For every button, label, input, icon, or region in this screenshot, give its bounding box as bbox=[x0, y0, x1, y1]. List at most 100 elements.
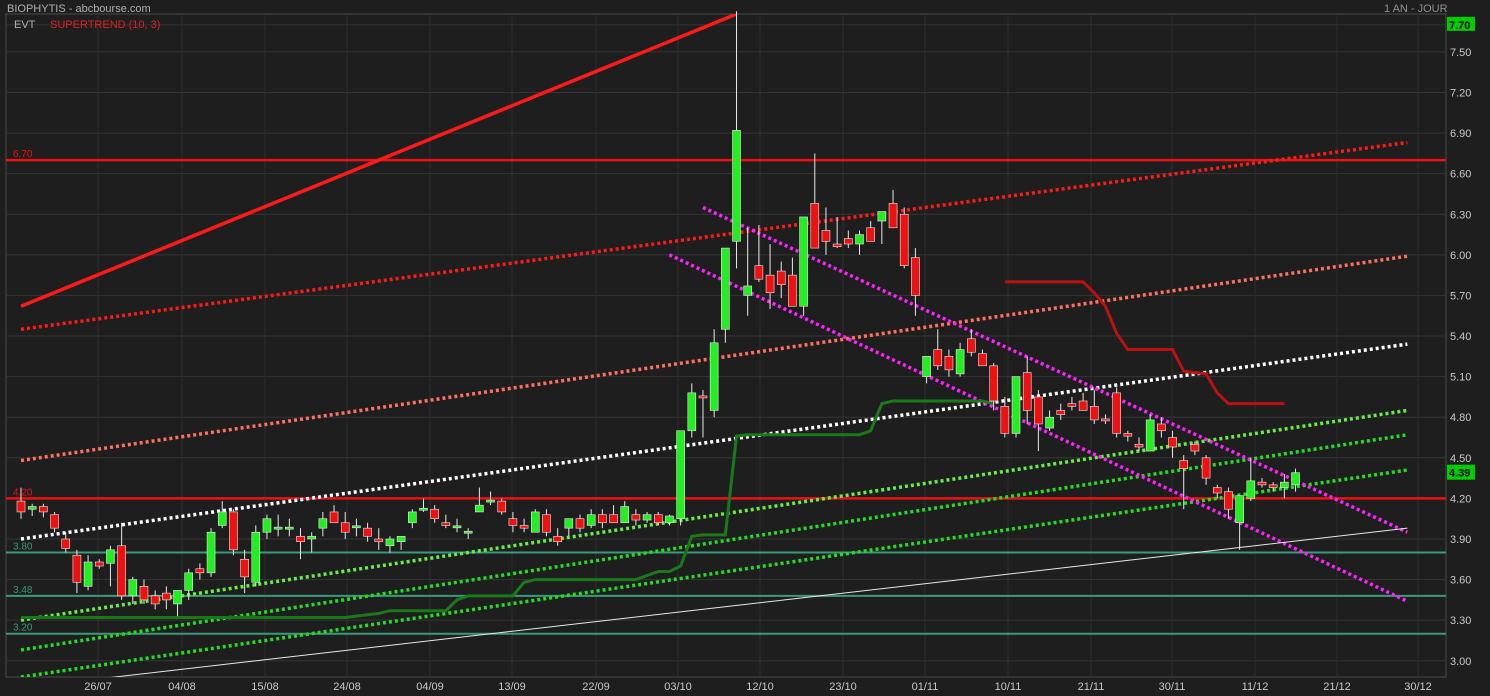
candle-body bbox=[340, 522, 350, 533]
x-tick-label: 03/10 bbox=[664, 681, 692, 693]
y-tick-label: 4.50 bbox=[1450, 453, 1471, 465]
candle-body bbox=[363, 527, 372, 537]
candle-body bbox=[765, 274, 775, 294]
candle-body bbox=[788, 274, 797, 307]
y-tick-label: 4.80 bbox=[1450, 412, 1471, 424]
x-tick-label: 24/08 bbox=[333, 681, 361, 693]
candle-body bbox=[1257, 481, 1267, 486]
level-label: 3.80 bbox=[13, 542, 33, 553]
level-label: 6.70 bbox=[13, 149, 33, 160]
candle-body bbox=[799, 216, 808, 307]
candle-body bbox=[642, 514, 652, 521]
candle-body bbox=[16, 500, 26, 513]
candle-body bbox=[966, 338, 976, 353]
candle-body bbox=[128, 579, 138, 597]
candle-body bbox=[620, 506, 630, 524]
candle-body bbox=[307, 535, 316, 540]
candle-body bbox=[1145, 419, 1155, 452]
candle-body bbox=[452, 525, 462, 529]
indicator-label: SUPERTREND (10, 3) bbox=[50, 19, 160, 31]
candle-body bbox=[1190, 443, 1200, 452]
y-tick-label: 5.10 bbox=[1450, 372, 1471, 384]
candle-body bbox=[407, 511, 417, 524]
candle-body bbox=[1034, 396, 1043, 425]
candle-body bbox=[598, 514, 607, 524]
y-tick-label: 7.50 bbox=[1450, 47, 1471, 59]
candle-body bbox=[419, 507, 428, 511]
y-tick-label: 7.70 bbox=[1449, 20, 1470, 32]
candle-body bbox=[844, 238, 853, 245]
last-price-label: 4.39 bbox=[1449, 468, 1470, 480]
candle-body bbox=[1235, 495, 1244, 524]
y-tick-label: 4.20 bbox=[1450, 493, 1471, 505]
y-tick-label: 3.30 bbox=[1450, 615, 1471, 627]
candle-body bbox=[1022, 372, 1032, 411]
candle-body bbox=[61, 538, 71, 549]
candle-body bbox=[150, 595, 160, 605]
x-tick-label: 04/09 bbox=[416, 681, 444, 693]
x-tick-label: 23/10 bbox=[829, 681, 857, 693]
y-tick-label: 3.90 bbox=[1450, 534, 1471, 546]
y-tick-label: 5.70 bbox=[1450, 290, 1471, 302]
candle-body bbox=[217, 511, 227, 526]
candle-body bbox=[888, 203, 898, 229]
candle-body bbox=[944, 356, 954, 371]
candle-body bbox=[899, 213, 909, 266]
x-tick-label: 15/08 bbox=[251, 681, 279, 693]
candle-body bbox=[1056, 410, 1066, 415]
candle-body bbox=[754, 265, 764, 280]
candle-body bbox=[1246, 480, 1256, 499]
candle-body bbox=[463, 530, 473, 534]
candle-body bbox=[978, 353, 987, 367]
candle-body bbox=[206, 531, 216, 574]
candle-body bbox=[285, 526, 294, 530]
candle-body bbox=[832, 243, 842, 248]
period-label: 1 AN - JOUR bbox=[1384, 3, 1448, 15]
candle-body bbox=[385, 538, 395, 547]
candle-body bbox=[251, 531, 261, 583]
level-label: 3.48 bbox=[13, 585, 33, 596]
x-tick-label: 10/11 bbox=[995, 681, 1022, 693]
stock-chart: 6.70 4.20 3.80 3.48 3.20 7.70 7.50 7.20 6.90 6.6… bbox=[5, 3, 1475, 693]
candle-body bbox=[855, 234, 864, 245]
y-tick-label: 6.30 bbox=[1450, 209, 1471, 221]
candle-body bbox=[877, 211, 887, 222]
candle-body bbox=[776, 270, 786, 285]
x-tick-label: 21/11 bbox=[1078, 681, 1105, 693]
candle-body bbox=[1179, 460, 1189, 469]
candle-body bbox=[184, 572, 193, 591]
y-tick-label: 7.20 bbox=[1450, 87, 1471, 99]
candle-body bbox=[709, 342, 719, 411]
candle-body bbox=[1291, 472, 1300, 486]
candle-body bbox=[1168, 437, 1177, 448]
x-tick-label: 11/12 bbox=[1242, 681, 1269, 693]
candle-body bbox=[955, 349, 965, 375]
candle-body bbox=[117, 545, 126, 597]
candle-body bbox=[1089, 406, 1099, 421]
candle-body bbox=[989, 365, 998, 402]
candle-body bbox=[933, 349, 943, 367]
candle-body bbox=[229, 511, 238, 551]
candle-body bbox=[721, 247, 730, 330]
candle-body bbox=[39, 506, 48, 513]
candle-body bbox=[821, 230, 831, 242]
level-label: 4.20 bbox=[13, 487, 33, 498]
candle-body bbox=[676, 430, 685, 519]
candle-body bbox=[866, 227, 875, 242]
candle-body bbox=[810, 203, 820, 249]
candle-body bbox=[1101, 418, 1110, 422]
y-tick-label: 3.00 bbox=[1450, 656, 1471, 668]
candle-body bbox=[441, 522, 451, 526]
x-tick-label: 30/12 bbox=[1404, 681, 1432, 693]
candle-body bbox=[318, 518, 328, 529]
candle-body bbox=[743, 285, 753, 296]
candle-body bbox=[139, 586, 149, 601]
candle-body bbox=[564, 518, 574, 529]
candle-body bbox=[94, 561, 104, 567]
candle-body bbox=[1201, 457, 1211, 479]
y-tick-label: 3.60 bbox=[1450, 575, 1471, 587]
candle-body bbox=[1123, 433, 1133, 437]
candle-body bbox=[1011, 376, 1021, 434]
indicator-name: EVT bbox=[14, 19, 36, 31]
candle-body bbox=[1157, 423, 1166, 432]
